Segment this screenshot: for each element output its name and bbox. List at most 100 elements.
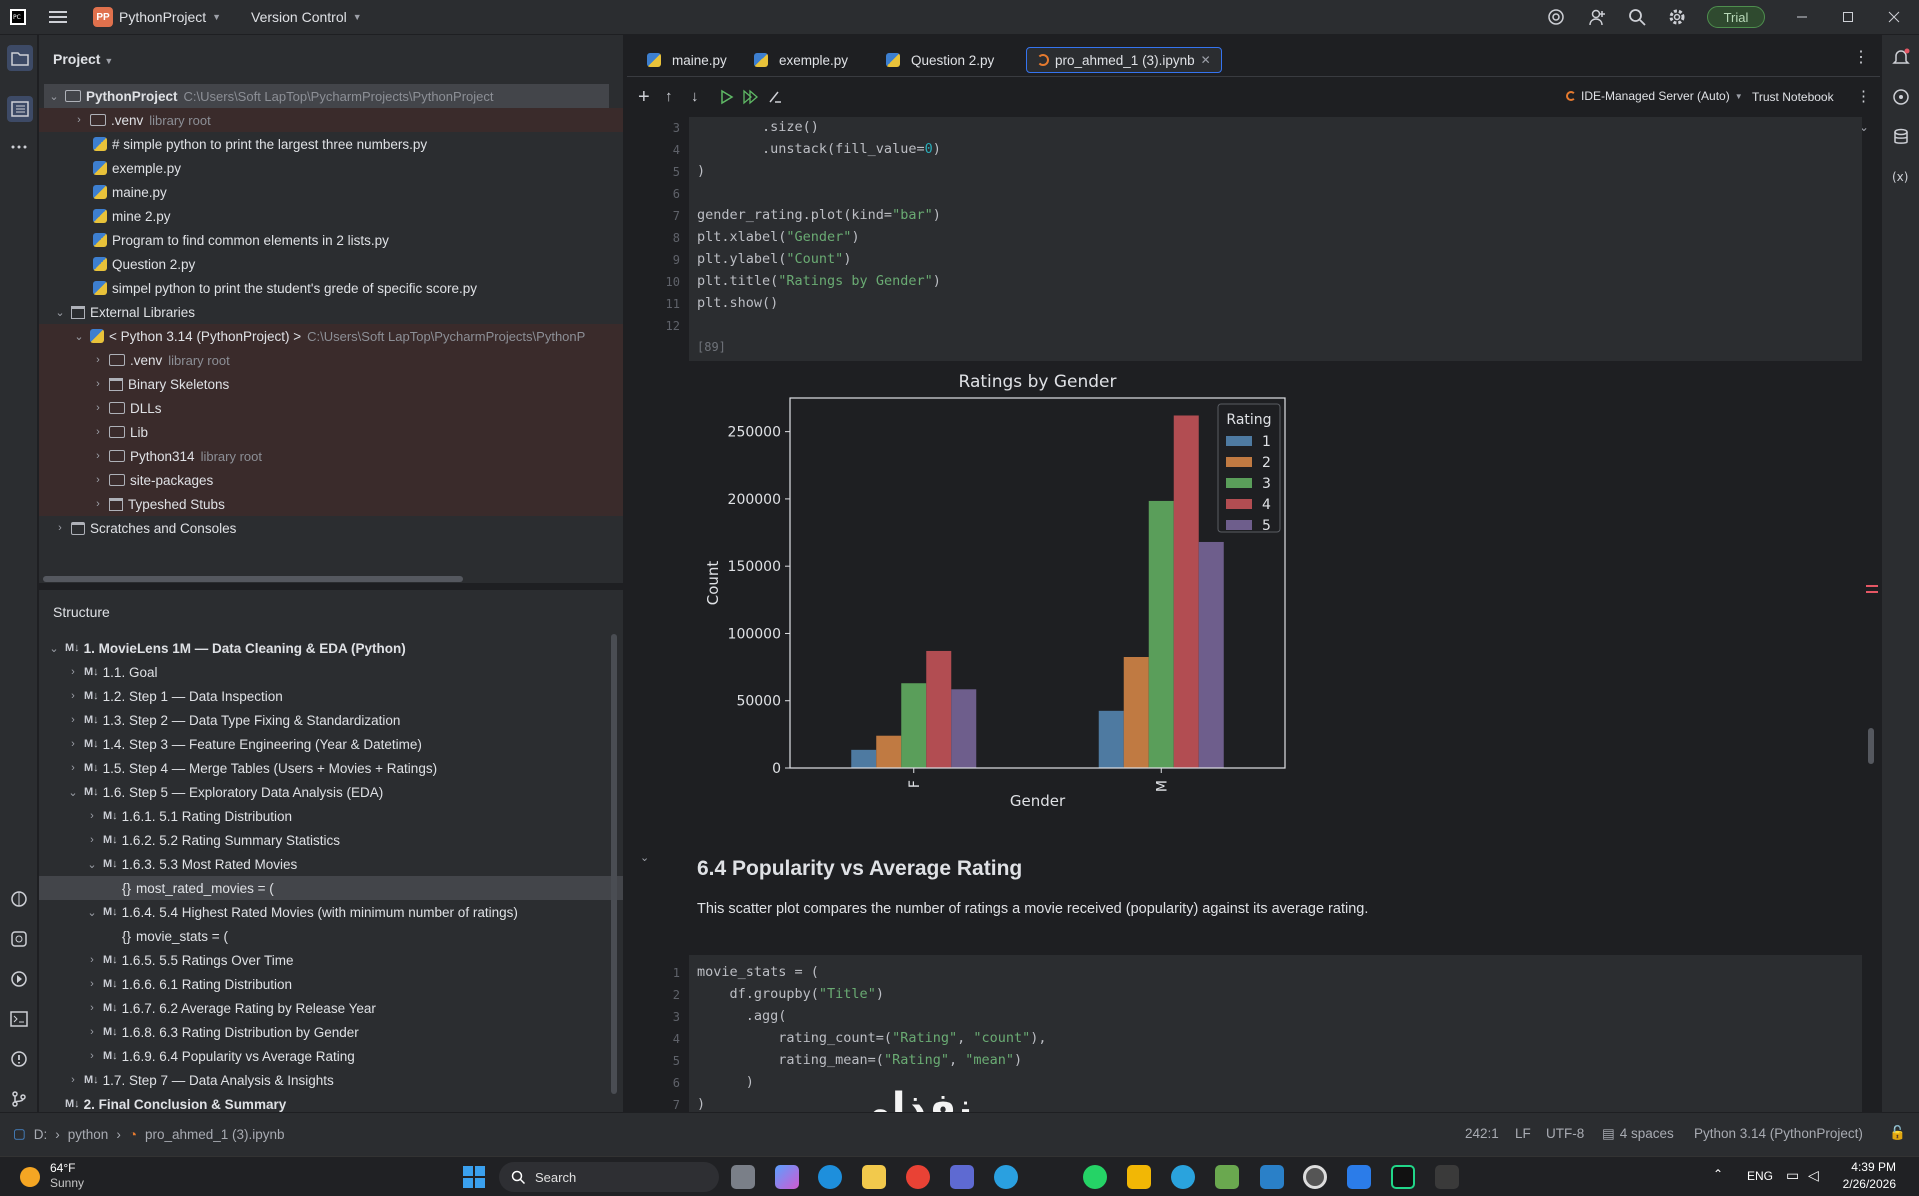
line-ending[interactable]: LF — [1515, 1126, 1531, 1141]
chevron-right-icon[interactable]: › — [66, 762, 80, 774]
project-switcher[interactable]: PP PythonProject ▼ — [93, 6, 221, 28]
run-icon[interactable] — [7, 967, 31, 991]
taskbar-search[interactable]: Search — [499, 1162, 719, 1192]
structure-item[interactable]: › M↓ 1.5. Step 4 — Merge Tables (Users + M… — [39, 756, 623, 780]
language-indicator[interactable]: ENG — [1747, 1169, 1773, 1183]
close-window-icon[interactable] — [1882, 5, 1906, 29]
chevron-right-icon[interactable]: › — [85, 1002, 99, 1014]
structure-item[interactable]: › M↓ 1.6.5. 5.5 Ratings Over Time — [39, 948, 623, 972]
app-icon[interactable] — [1215, 1165, 1239, 1189]
ai-chat-icon[interactable] — [1889, 85, 1913, 109]
structure-item[interactable]: › M↓ 1.6.7. 6.2 Average Rating by Release … — [39, 996, 623, 1020]
notebook-more-icon[interactable]: ⋮ — [1856, 87, 1871, 105]
database-icon[interactable] — [1889, 125, 1913, 149]
tree-item-scratches[interactable]: › Scratches and Consoles — [39, 516, 623, 540]
tree-item-file[interactable]: # simple python to print the largest thr… — [39, 132, 623, 156]
tree-item-site-packages[interactable]: › site-packages — [39, 468, 623, 492]
obs-icon[interactable] — [1303, 1165, 1327, 1189]
tab-exemple-py[interactable]: exemple.py — [744, 47, 858, 73]
error-marker[interactable] — [1866, 591, 1878, 593]
editor-scrollbar[interactable] — [1868, 728, 1874, 764]
teams-icon[interactable] — [950, 1165, 974, 1189]
terminal-taskbar-icon[interactable] — [1435, 1165, 1459, 1189]
power-bi-icon[interactable] — [1127, 1165, 1151, 1189]
tree-item-file[interactable]: simpel python to print the student's gre… — [39, 276, 623, 300]
structure-item[interactable]: ⌄ M↓ 1.6. Step 5 — Exploratory Data Analys… — [39, 780, 623, 804]
structure-item[interactable]: › M↓ 1.6.8. 6.3 Rating Distribution by Gen… — [39, 1020, 623, 1044]
clear-outputs-icon[interactable] — [767, 89, 783, 105]
services-icon[interactable] — [7, 927, 31, 951]
tree-item-venv[interactable]: › .venv library root — [39, 108, 623, 132]
minimize-icon[interactable] — [1790, 5, 1814, 29]
tree-item-file[interactable]: mine 2.py — [39, 204, 623, 228]
run-cell-icon[interactable] — [719, 89, 735, 105]
project-folder-icon[interactable] — [7, 45, 33, 71]
chevron-down-icon[interactable]: ⌄ — [47, 642, 61, 655]
settings-gear-icon[interactable] — [1665, 5, 1689, 29]
file-encoding[interactable]: UTF-8 — [1546, 1126, 1584, 1141]
chevron-right-icon[interactable]: › — [66, 714, 80, 726]
chevron-right-icon[interactable]: › — [91, 402, 105, 414]
structure-item[interactable]: ⌄ M↓ 1.6.4. 5.4 Highest Rated Movies (with… — [39, 900, 623, 924]
error-marker[interactable] — [1866, 585, 1878, 587]
tree-item-file[interactable]: Question 2.py — [39, 252, 623, 276]
lock-icon[interactable]: 🔓 — [1889, 1125, 1906, 1141]
chevron-right-icon[interactable]: › — [91, 354, 105, 366]
run-all-icon[interactable] — [742, 89, 758, 105]
add-cell-icon[interactable]: + — [638, 86, 650, 109]
project-panel-title[interactable]: Project ▼ — [53, 51, 113, 67]
weather-temp[interactable]: 64°F — [50, 1161, 75, 1175]
move-down-icon[interactable]: ↓ — [691, 88, 699, 105]
telegram-icon[interactable] — [1171, 1165, 1195, 1189]
tab-question-2-py[interactable]: Question 2.py — [876, 47, 1004, 73]
chevron-right-icon[interactable]: › — [91, 474, 105, 486]
app-icon[interactable] — [1260, 1165, 1284, 1189]
breadcrumb-folder[interactable]: python — [68, 1127, 109, 1142]
tray-chevron-up-icon[interactable]: ⌃ — [1713, 1167, 1723, 1181]
tree-item-file[interactable]: exemple.py — [39, 156, 623, 180]
horizontal-scrollbar[interactable] — [43, 576, 463, 582]
task-view-icon[interactable] — [731, 1165, 755, 1189]
whatsapp-icon[interactable] — [1083, 1165, 1107, 1189]
chevron-down-icon[interactable]: ⌄ — [85, 858, 99, 871]
network-icon[interactable]: ▭ — [1786, 1167, 1799, 1184]
notifications-bell-icon[interactable] — [1889, 45, 1913, 69]
structure-item[interactable]: › M↓ 1.6.6. 6.1 Rating Distribution — [39, 972, 623, 996]
copilot-icon[interactable] — [775, 1165, 799, 1189]
chevron-right-icon[interactable]: › — [91, 426, 105, 438]
chrome-icon[interactable] — [906, 1165, 930, 1189]
chevron-right-icon[interactable]: › — [66, 666, 80, 678]
chevron-right-icon[interactable]: › — [85, 978, 99, 990]
structure-item[interactable]: › M↓ 1.6.9. 6.4 Popularity vs Average Rati… — [39, 1044, 623, 1068]
structure-item[interactable]: › M↓ 1.7. Step 7 — Data Analysis & Insight… — [39, 1068, 623, 1092]
terminal-icon[interactable] — [7, 1007, 31, 1031]
tree-item-external-libraries[interactable]: ⌄ External Libraries — [39, 300, 623, 324]
more-tools-icon[interactable] — [7, 135, 31, 159]
search-icon[interactable] — [1625, 5, 1649, 29]
chevron-down-icon[interactable]: ⌄ — [47, 90, 61, 103]
structure-item[interactable]: {} most_rated_movies = ( — [39, 876, 623, 900]
structure-item[interactable]: › M↓ 1.4. Step 3 — Feature Engineering (Ye… — [39, 732, 623, 756]
file-explorer-icon[interactable] — [862, 1165, 886, 1189]
chevron-right-icon[interactable]: › — [72, 114, 86, 126]
trial-badge[interactable]: Trial — [1707, 6, 1765, 28]
tree-item-sdk-venv[interactable]: › .venv library root — [39, 348, 623, 372]
problems-icon[interactable] — [7, 1047, 31, 1071]
structure-item[interactable]: › M↓ 1.6.2. 5.2 Rating Summary Statistics — [39, 828, 623, 852]
windows-start-icon[interactable] — [462, 1165, 486, 1189]
chevron-right-icon[interactable]: › — [85, 954, 99, 966]
structure-item[interactable]: ⌄ M↓ 1.6.3. 5.3 Most Rated Movies — [39, 852, 623, 876]
tab-maine-py[interactable]: maine.py — [637, 47, 737, 73]
version-control-menu[interactable]: Version Control ▼ — [251, 6, 362, 28]
chevron-right-icon[interactable]: › — [66, 738, 80, 750]
messenger-icon[interactable] — [994, 1165, 1018, 1189]
chevron-right-icon[interactable]: › — [91, 378, 105, 390]
collapse-cell-icon[interactable]: ⌄ — [640, 851, 649, 864]
chevron-right-icon[interactable]: › — [66, 1074, 80, 1086]
tree-item-file[interactable]: maine.py — [39, 180, 623, 204]
interpreter-selector[interactable]: Python 3.14 (PythonProject) — [1694, 1126, 1863, 1141]
chevron-right-icon[interactable]: › — [66, 690, 80, 702]
tree-item-dlls[interactable]: › DLLs — [39, 396, 623, 420]
main-menu-icon[interactable] — [46, 5, 70, 29]
clock-time[interactable]: 4:39 PM — [1844, 1160, 1896, 1174]
